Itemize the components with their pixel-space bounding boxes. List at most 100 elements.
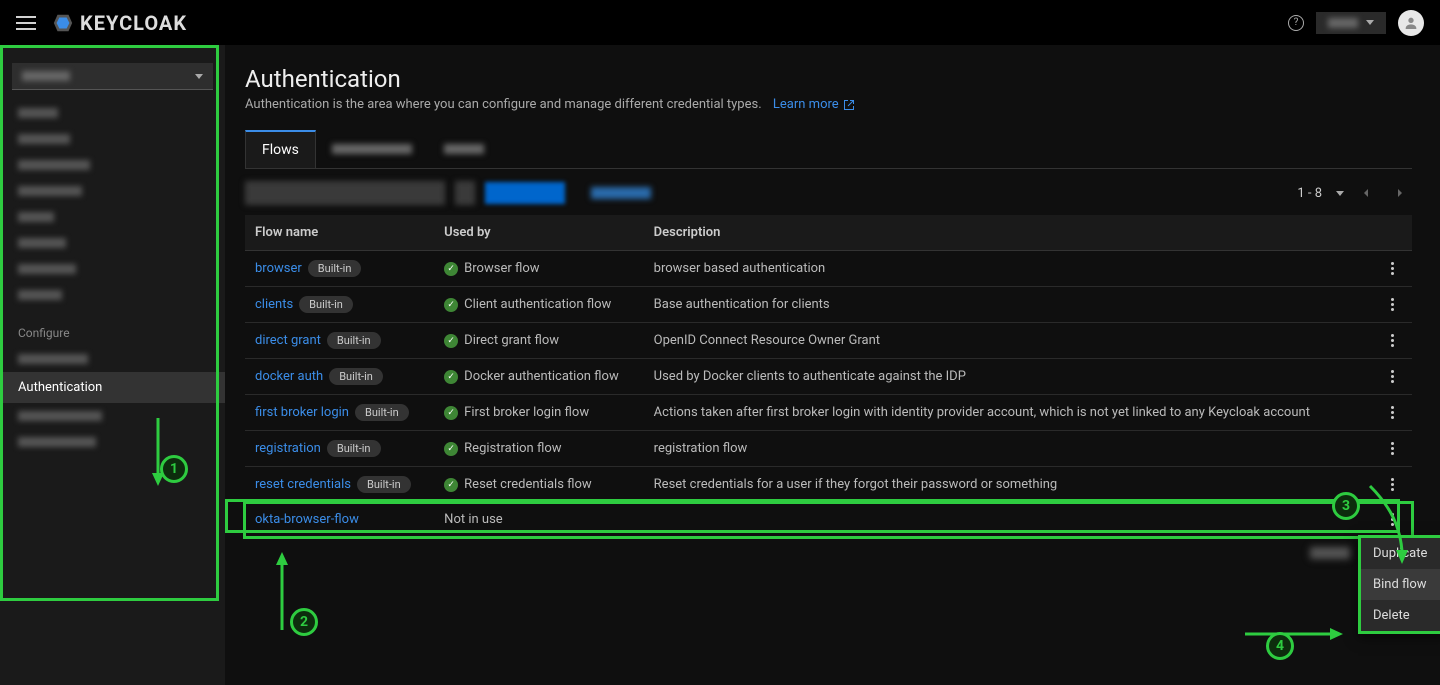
chevron-down-icon — [1366, 20, 1374, 25]
sidebar-item[interactable] — [0, 100, 225, 126]
tabs: Flows — [245, 130, 1412, 169]
table-row: direct grantBuilt-in✓Direct grant flowOp… — [245, 323, 1412, 359]
flow-name-link[interactable]: reset credentials — [255, 477, 351, 492]
table-row: clients Built-in ✓Client authentication fl… — [245, 287, 1412, 323]
check-circle-icon: ✓ — [444, 370, 458, 384]
row-actions-button[interactable] — [1382, 406, 1402, 419]
brand: KEYCLOAK — [52, 11, 187, 35]
sidebar-item-authentication[interactable]: Authentication — [0, 372, 225, 403]
builtin-badge: Built-in — [357, 476, 411, 493]
check-circle-icon: ✓ — [444, 334, 458, 348]
used-by-cell: ✓Client authentication flow — [434, 287, 644, 323]
col-used-by: Used by — [434, 215, 644, 251]
description-cell: Used by Docker clients to authenticate a… — [644, 359, 1372, 395]
avatar[interactable] — [1398, 10, 1424, 36]
row-actions-button[interactable] — [1382, 478, 1402, 491]
check-circle-icon: ✓ — [444, 406, 458, 420]
table-row: reset credentialsBuilt-in✓Reset credenti… — [245, 467, 1412, 503]
description-cell: browser based authentication — [644, 251, 1372, 287]
search-input[interactable] — [245, 181, 445, 205]
row-actions-button[interactable] — [1382, 370, 1402, 383]
flow-name-link[interactable]: browser — [255, 261, 302, 276]
sidebar-item[interactable] — [0, 152, 225, 178]
table-row: docker auth Built-in ✓Docker authenticatio… — [245, 359, 1412, 395]
menu-item-bind-flow[interactable]: Bind flow — [1361, 569, 1440, 600]
chevron-down-icon[interactable] — [1336, 191, 1344, 196]
header-right: ? — [1288, 10, 1424, 36]
col-flow-name: Flow name — [245, 215, 434, 251]
help-icon[interactable]: ? — [1288, 15, 1304, 31]
menu-item-delete[interactable]: Delete — [1361, 600, 1440, 631]
sidebar-item[interactable] — [0, 282, 225, 308]
toolbar-link[interactable] — [591, 187, 651, 199]
menu-item-duplicate[interactable]: Duplicate — [1361, 538, 1440, 569]
builtin-badge: Built-in — [329, 368, 383, 385]
learn-more-link[interactable]: Learn more — [773, 97, 855, 112]
menu-toggle-icon[interactable] — [16, 16, 36, 30]
sidebar-item[interactable] — [0, 256, 225, 282]
sidebar-item[interactable] — [0, 429, 225, 455]
description-cell: Actions taken after first broker login w… — [644, 395, 1372, 431]
next-page-button[interactable] — [1388, 181, 1412, 205]
used-by-cell: ✓Browser flow — [434, 251, 644, 287]
used-by-cell: ✓Registration flow — [434, 431, 644, 467]
description-cell — [644, 503, 1372, 537]
row-actions-button[interactable] — [1382, 298, 1402, 311]
page-description: Authentication is the area where you can… — [245, 97, 1412, 112]
check-circle-icon: ✓ — [444, 478, 458, 492]
main-content: Authentication Authentication is the are… — [225, 45, 1440, 685]
sidebar-section-label: Configure — [0, 308, 225, 346]
flow-name-link[interactable]: okta-browser-flow — [255, 512, 359, 527]
flow-name-link[interactable]: direct grant — [255, 333, 321, 348]
tab[interactable] — [428, 130, 500, 168]
sidebar-item[interactable] — [0, 204, 225, 230]
table-row: registrationBuilt-in✓Registration flowre… — [245, 431, 1412, 467]
check-circle-icon: ✓ — [444, 262, 458, 276]
toolbar: 1 - 8 — [245, 181, 1412, 205]
pagination: 1 - 8 — [1297, 181, 1412, 205]
sidebar-item[interactable] — [0, 230, 225, 256]
brand-name: KEYCLOAK — [80, 11, 187, 35]
table-row: okta-browser-flow Not in use — [245, 503, 1412, 537]
prev-page-button[interactable] — [1354, 181, 1378, 205]
used-by-cell: Not in use — [434, 503, 644, 537]
flow-name-link[interactable]: clients — [255, 297, 293, 312]
realm-selector[interactable] — [12, 63, 213, 90]
used-by-cell: ✓Reset credentials flow — [434, 467, 644, 503]
app-header: KEYCLOAK ? — [0, 0, 1440, 45]
row-actions-button[interactable] — [1382, 262, 1402, 275]
row-actions-button[interactable] — [1382, 442, 1402, 455]
tab-flows[interactable]: Flows — [245, 130, 316, 168]
sidebar-item[interactable] — [0, 346, 225, 372]
tab[interactable] — [316, 130, 428, 168]
builtin-badge: Built-in — [327, 440, 381, 457]
description-cell: Reset credentials for a user if they for… — [644, 467, 1372, 503]
table-row: first broker login Built-in ✓First broker … — [245, 395, 1412, 431]
create-flow-button[interactable] — [485, 182, 565, 204]
pagination-range: 1 - 8 — [1297, 186, 1322, 201]
sidebar-item[interactable] — [0, 178, 225, 204]
pagination-bottom — [245, 547, 1412, 559]
flow-name-link[interactable]: registration — [255, 441, 321, 456]
search-icon[interactable] — [455, 181, 475, 205]
used-by-cell: ✓Direct grant flow — [434, 323, 644, 359]
keycloak-logo-icon — [52, 12, 74, 34]
description-cell: Base authentication for clients — [644, 287, 1372, 323]
flow-name-link[interactable]: docker auth — [255, 369, 323, 384]
sidebar-item[interactable] — [0, 126, 225, 152]
check-circle-icon: ✓ — [444, 442, 458, 456]
user-menu[interactable] — [1316, 12, 1386, 34]
flows-table: Flow name Used by Description browser Bui… — [245, 215, 1412, 537]
sidebar-item[interactable] — [0, 403, 225, 429]
row-actions-button[interactable] — [1382, 334, 1402, 347]
table-row: browser Built-in ✓Browser flowbrowser base… — [245, 251, 1412, 287]
used-by-cell: ✓First broker login flow — [434, 395, 644, 431]
builtin-badge: Built-in — [355, 404, 409, 421]
row-actions-button[interactable] — [1382, 513, 1402, 526]
builtin-badge: Built-in — [299, 296, 353, 313]
flow-name-link[interactable]: first broker login — [255, 405, 349, 420]
builtin-badge: Built-in — [308, 260, 362, 277]
used-by-cell: ✓Docker authentication flow — [434, 359, 644, 395]
sidebar: Configure Authentication — [0, 45, 225, 685]
col-description: Description — [644, 215, 1372, 251]
